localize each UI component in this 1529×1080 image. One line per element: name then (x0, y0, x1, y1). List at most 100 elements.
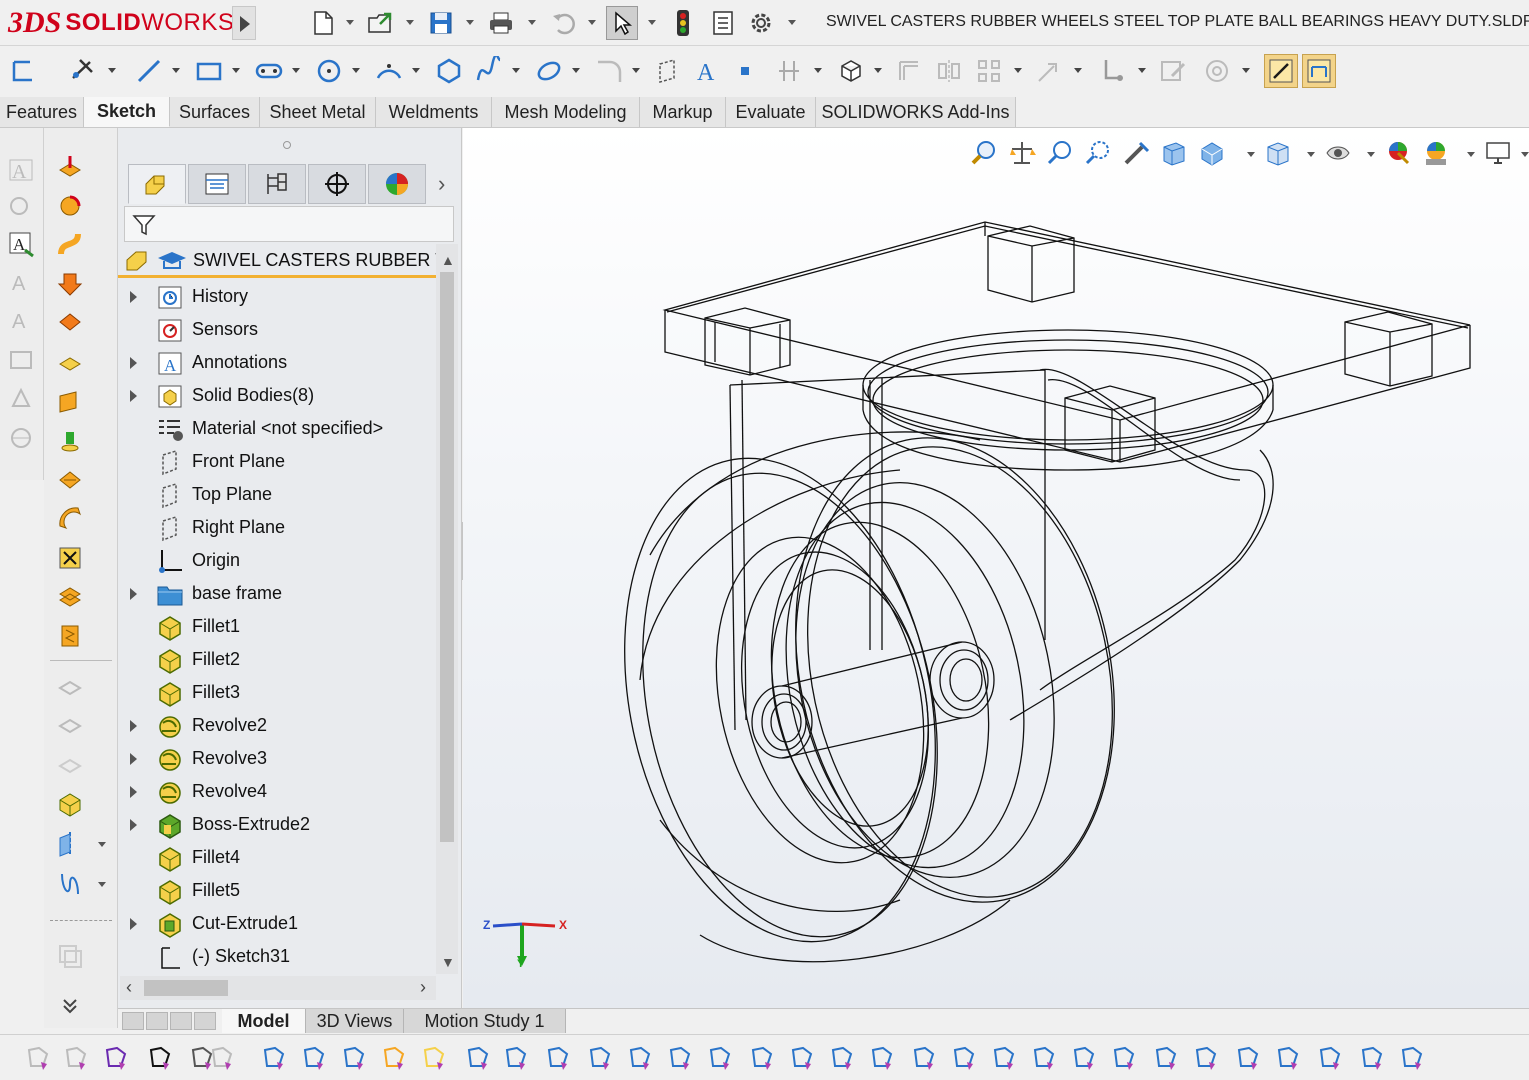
reference-dropdown-icon[interactable] (98, 842, 106, 847)
indent-icon[interactable] (54, 620, 86, 652)
tree-horizontal-scrollbar[interactable]: ‹ › (120, 976, 436, 1000)
filter-gtol-icon[interactable] (826, 1043, 856, 1073)
display-relations-icon[interactable] (1096, 54, 1130, 88)
tab-surfaces[interactable]: Surfaces (170, 97, 260, 127)
scroll-left-icon[interactable]: ‹ (126, 977, 132, 998)
sketch-icon[interactable] (6, 54, 40, 88)
swept-boss-icon[interactable] (54, 228, 86, 260)
select-arrow-icon[interactable] (144, 1043, 174, 1073)
plane-icon[interactable] (652, 54, 686, 88)
solidworks-logo[interactable]: 3DS SOLIDWORKS (8, 2, 234, 44)
expand-arrow-icon[interactable] (130, 918, 137, 930)
tree-item-right-plane[interactable]: Right Plane (118, 512, 436, 545)
linear-pattern-icon[interactable] (972, 54, 1006, 88)
more-tools-chevron-icon[interactable] (54, 990, 86, 1022)
expand-arrow-icon[interactable] (130, 720, 137, 732)
pattern-dropdown-icon[interactable] (1014, 68, 1022, 73)
open-dropdown-icon[interactable] (406, 20, 414, 25)
display-manager-icon[interactable] (368, 164, 426, 204)
tab-solidworks-add-ins[interactable]: SOLIDWORKS Add-Ins (816, 97, 1016, 127)
repair-sketch-icon[interactable] (1156, 54, 1190, 88)
rapid-sketch-icon[interactable] (1264, 54, 1298, 88)
ellipse-icon[interactable] (532, 54, 566, 88)
filter-drawing-items-icon[interactable] (60, 1043, 90, 1073)
filter-routing-points-icon[interactable] (1190, 1043, 1220, 1073)
filter-mates-icon[interactable] (1232, 1043, 1262, 1073)
tree-item-fillet2[interactable]: Fillet2 (118, 644, 436, 677)
point-icon[interactable] (728, 54, 762, 88)
tab-sketch[interactable]: Sketch (84, 97, 170, 127)
tree-item-fillet3[interactable]: Fillet3 (118, 677, 436, 710)
filter-notes-icon[interactable] (866, 1043, 896, 1073)
panel-tabs-more-icon[interactable]: › (438, 172, 458, 196)
clear-filters-icon[interactable] (206, 1043, 236, 1073)
undo-icon[interactable] (548, 8, 578, 38)
combine-icon[interactable] (54, 580, 86, 612)
balloon-icon[interactable] (5, 190, 37, 222)
tab-sheet-metal[interactable]: Sheet Metal (260, 97, 376, 127)
expand-arrow-icon[interactable] (130, 786, 137, 798)
scroll-up-icon[interactable]: ▲ (441, 252, 455, 268)
scroll-down-icon[interactable]: ▼ (441, 954, 455, 970)
tree-item-revolve3[interactable]: Revolve3 (118, 743, 436, 776)
wrap-icon[interactable] (54, 502, 86, 534)
filter-solid-bodies-icon[interactable] (100, 1043, 130, 1073)
smart-dimension-icon[interactable] (66, 54, 100, 88)
tree-item-history[interactable]: History (118, 281, 436, 314)
arc-icon[interactable] (372, 54, 406, 88)
new-dropdown-icon[interactable] (346, 20, 354, 25)
intersect-icon[interactable] (54, 542, 86, 574)
datum-target-icon[interactable] (5, 422, 37, 454)
relations-dropdown-icon[interactable] (1138, 68, 1146, 73)
file-properties-icon[interactable] (708, 8, 738, 38)
instant-3d-icon[interactable] (54, 750, 86, 782)
rebuild-traffic-light-icon[interactable] (668, 8, 698, 38)
revolved-boss-icon[interactable] (54, 190, 86, 222)
tree-item-annotations[interactable]: A Annotations (118, 347, 436, 380)
extruded-cut-icon[interactable] (54, 268, 86, 300)
instant-2d-icon[interactable] (1302, 54, 1336, 88)
tree-item-fillet1[interactable]: Fillet1 (118, 611, 436, 644)
expand-arrow-icon[interactable] (130, 357, 137, 369)
tab-weldments[interactable]: Weldments (376, 97, 492, 127)
convert-entities-icon[interactable] (834, 54, 868, 88)
trim-dropdown-icon[interactable] (814, 68, 822, 73)
note-icon[interactable]: A (5, 154, 37, 186)
draft-icon[interactable] (54, 424, 86, 456)
filter-toggle-icon[interactable] (22, 1043, 52, 1073)
arc-dropdown-icon[interactable] (412, 68, 420, 73)
text-icon[interactable]: A (690, 54, 724, 88)
expand-arrow-icon[interactable] (130, 390, 137, 402)
slot-icon[interactable] (252, 54, 286, 88)
dimxpert-manager-icon[interactable] (308, 164, 366, 204)
filter-surface-finish-icon[interactable] (786, 1043, 816, 1073)
filter-dowel-pins-icon[interactable] (1108, 1043, 1138, 1073)
ellipse-dropdown-icon[interactable] (572, 68, 580, 73)
tab-features[interactable]: Features (0, 97, 84, 127)
next-tab-icon[interactable] (170, 1012, 192, 1030)
open-folder-icon[interactable] (366, 8, 396, 38)
filter-cosmetic-threads-icon[interactable] (1028, 1043, 1058, 1073)
rectangle-icon[interactable] (192, 54, 226, 88)
polygon-icon[interactable] (432, 54, 466, 88)
menu-expand-button[interactable] (232, 6, 256, 40)
filter-faces-icon[interactable] (338, 1043, 368, 1073)
first-tab-icon[interactable] (122, 1012, 144, 1030)
tree-item-origin[interactable]: Origin (118, 545, 436, 578)
move-dropdown-icon[interactable] (1074, 68, 1082, 73)
spline-icon[interactable] (472, 54, 506, 88)
convert-dropdown-icon[interactable] (874, 68, 882, 73)
filter-icon[interactable] (131, 212, 157, 238)
filter-axes-icon[interactable] (462, 1043, 492, 1073)
rib-icon[interactable] (54, 464, 86, 496)
tree-item-fillet4[interactable]: Fillet4 (118, 842, 436, 875)
tree-item-revolve4[interactable]: Revolve4 (118, 776, 436, 809)
extruded-boss-icon[interactable] (54, 150, 86, 182)
shell-icon[interactable] (54, 384, 86, 416)
property-manager-icon[interactable] (188, 164, 246, 204)
filter-centermarks-icon[interactable] (664, 1043, 694, 1073)
filter-blocks-icon[interactable] (1068, 1043, 1098, 1073)
options-gear-icon[interactable] (746, 8, 776, 38)
slot-dropdown-icon[interactable] (292, 68, 300, 73)
tree-root-part[interactable]: SWIVEL CASTERS RUBBER WHEELS STEEL TOP P… (118, 244, 436, 278)
